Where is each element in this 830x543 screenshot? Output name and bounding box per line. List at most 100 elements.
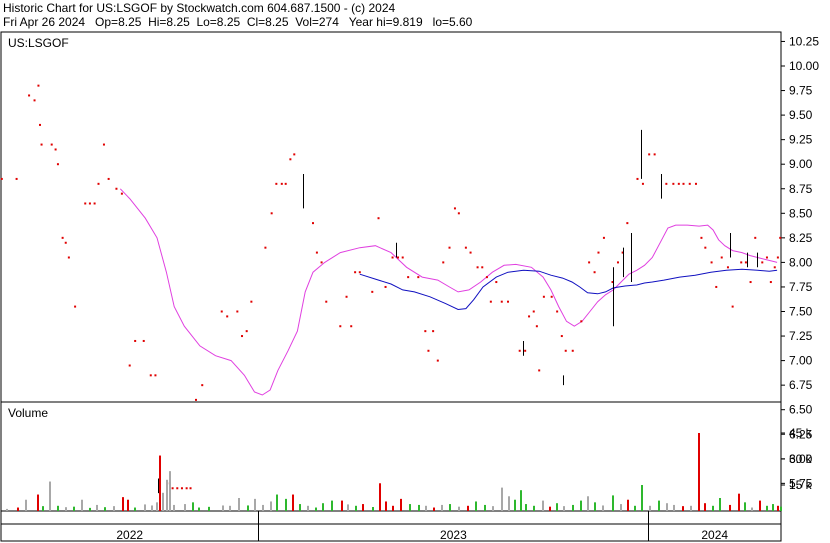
price-point (720, 256, 723, 259)
price-point (550, 295, 553, 298)
price-point (436, 359, 439, 362)
price-point (236, 310, 239, 313)
price-point (289, 158, 292, 161)
volume-bar (449, 504, 451, 511)
volume-bar (682, 506, 684, 511)
price-point (776, 256, 779, 259)
volume-bar (89, 507, 91, 511)
price-point (39, 123, 41, 126)
price-point (779, 236, 782, 239)
volume-bar (292, 494, 294, 511)
price-point (154, 374, 157, 377)
volume-bar (549, 506, 551, 511)
volume-bar (270, 501, 272, 511)
plot-border (0, 31, 782, 542)
volume-bar (285, 498, 287, 511)
price-point (226, 315, 229, 318)
price-point (417, 276, 420, 279)
volume-bar (492, 506, 494, 511)
price-point (500, 300, 503, 303)
volume-bar (144, 504, 146, 511)
price-point (74, 305, 77, 308)
volume-bar (254, 498, 256, 511)
volume-bar (341, 500, 343, 511)
price-point (40, 143, 43, 146)
volume-bar (238, 498, 240, 511)
price-point (93, 202, 96, 205)
price-point (280, 182, 283, 185)
price-point (518, 349, 521, 352)
price-point (84, 202, 87, 205)
volume-bar (156, 502, 158, 511)
volume-bar (772, 504, 774, 511)
price-point (773, 266, 776, 269)
price-point (250, 300, 253, 303)
volume-bar (649, 505, 651, 511)
price-point (495, 281, 498, 284)
volume-bar (198, 507, 200, 511)
price-point (641, 182, 644, 185)
volume-bar (425, 505, 427, 511)
price-tick-label: 9.50 (789, 108, 813, 122)
price-point (120, 192, 123, 195)
price-point (453, 207, 456, 210)
price-point (542, 295, 545, 298)
price-point (128, 364, 131, 367)
volume-bar (262, 504, 264, 511)
price-point (754, 236, 757, 239)
price-point (245, 330, 248, 333)
price-point (665, 182, 668, 185)
price-axis: 10.25 10.00 9.75 9.50 9.25 9.00 8.75 8.50 8.25 8.… (781, 34, 819, 490)
volume-bar (184, 504, 186, 511)
price-point (677, 182, 680, 185)
price-point (597, 251, 600, 254)
price-point (694, 182, 697, 185)
price-point (358, 271, 361, 274)
price-point (312, 222, 314, 225)
volume-bar (719, 498, 721, 511)
volume-bar (508, 496, 510, 511)
volume-bar (73, 506, 75, 511)
price-point (538, 369, 541, 372)
price-point (149, 374, 152, 377)
price-point (270, 212, 273, 215)
volume-bar (322, 503, 324, 511)
price-point (28, 94, 31, 97)
price-point (588, 261, 591, 264)
price-point (134, 339, 137, 342)
price-point (682, 182, 685, 185)
volume-bar (433, 507, 435, 511)
price-point (54, 148, 57, 151)
volume-bar (37, 494, 39, 511)
chart-frame (0, 31, 782, 542)
price-point (593, 271, 596, 274)
volume-bar (501, 487, 503, 511)
price-point (464, 246, 467, 249)
volume-bar (751, 507, 753, 511)
volume-bar (587, 496, 589, 511)
price-point (731, 305, 734, 308)
volume-bar (712, 505, 714, 511)
volume-bar (159, 455, 161, 511)
price-point (564, 349, 567, 352)
moving-averages (119, 188, 778, 396)
volume-bar (441, 504, 443, 511)
price-point (61, 236, 64, 239)
volume-bar (385, 501, 387, 511)
price-point (102, 143, 105, 146)
volume-bar (331, 500, 333, 511)
volume-bar (409, 504, 411, 511)
price-point (532, 310, 535, 313)
price-point (485, 276, 488, 279)
volume-bar (704, 503, 706, 511)
price-point (636, 177, 639, 180)
volume-bar (777, 505, 779, 511)
long-moving-average-line (359, 268, 778, 311)
price-tick-label: 7.50 (789, 305, 813, 319)
price-point (371, 290, 374, 293)
price-point (345, 295, 348, 298)
volume-bar (602, 505, 604, 511)
price-tick-label: 6.50 (789, 403, 813, 417)
volume-bar (127, 499, 129, 511)
price-point (556, 310, 559, 313)
